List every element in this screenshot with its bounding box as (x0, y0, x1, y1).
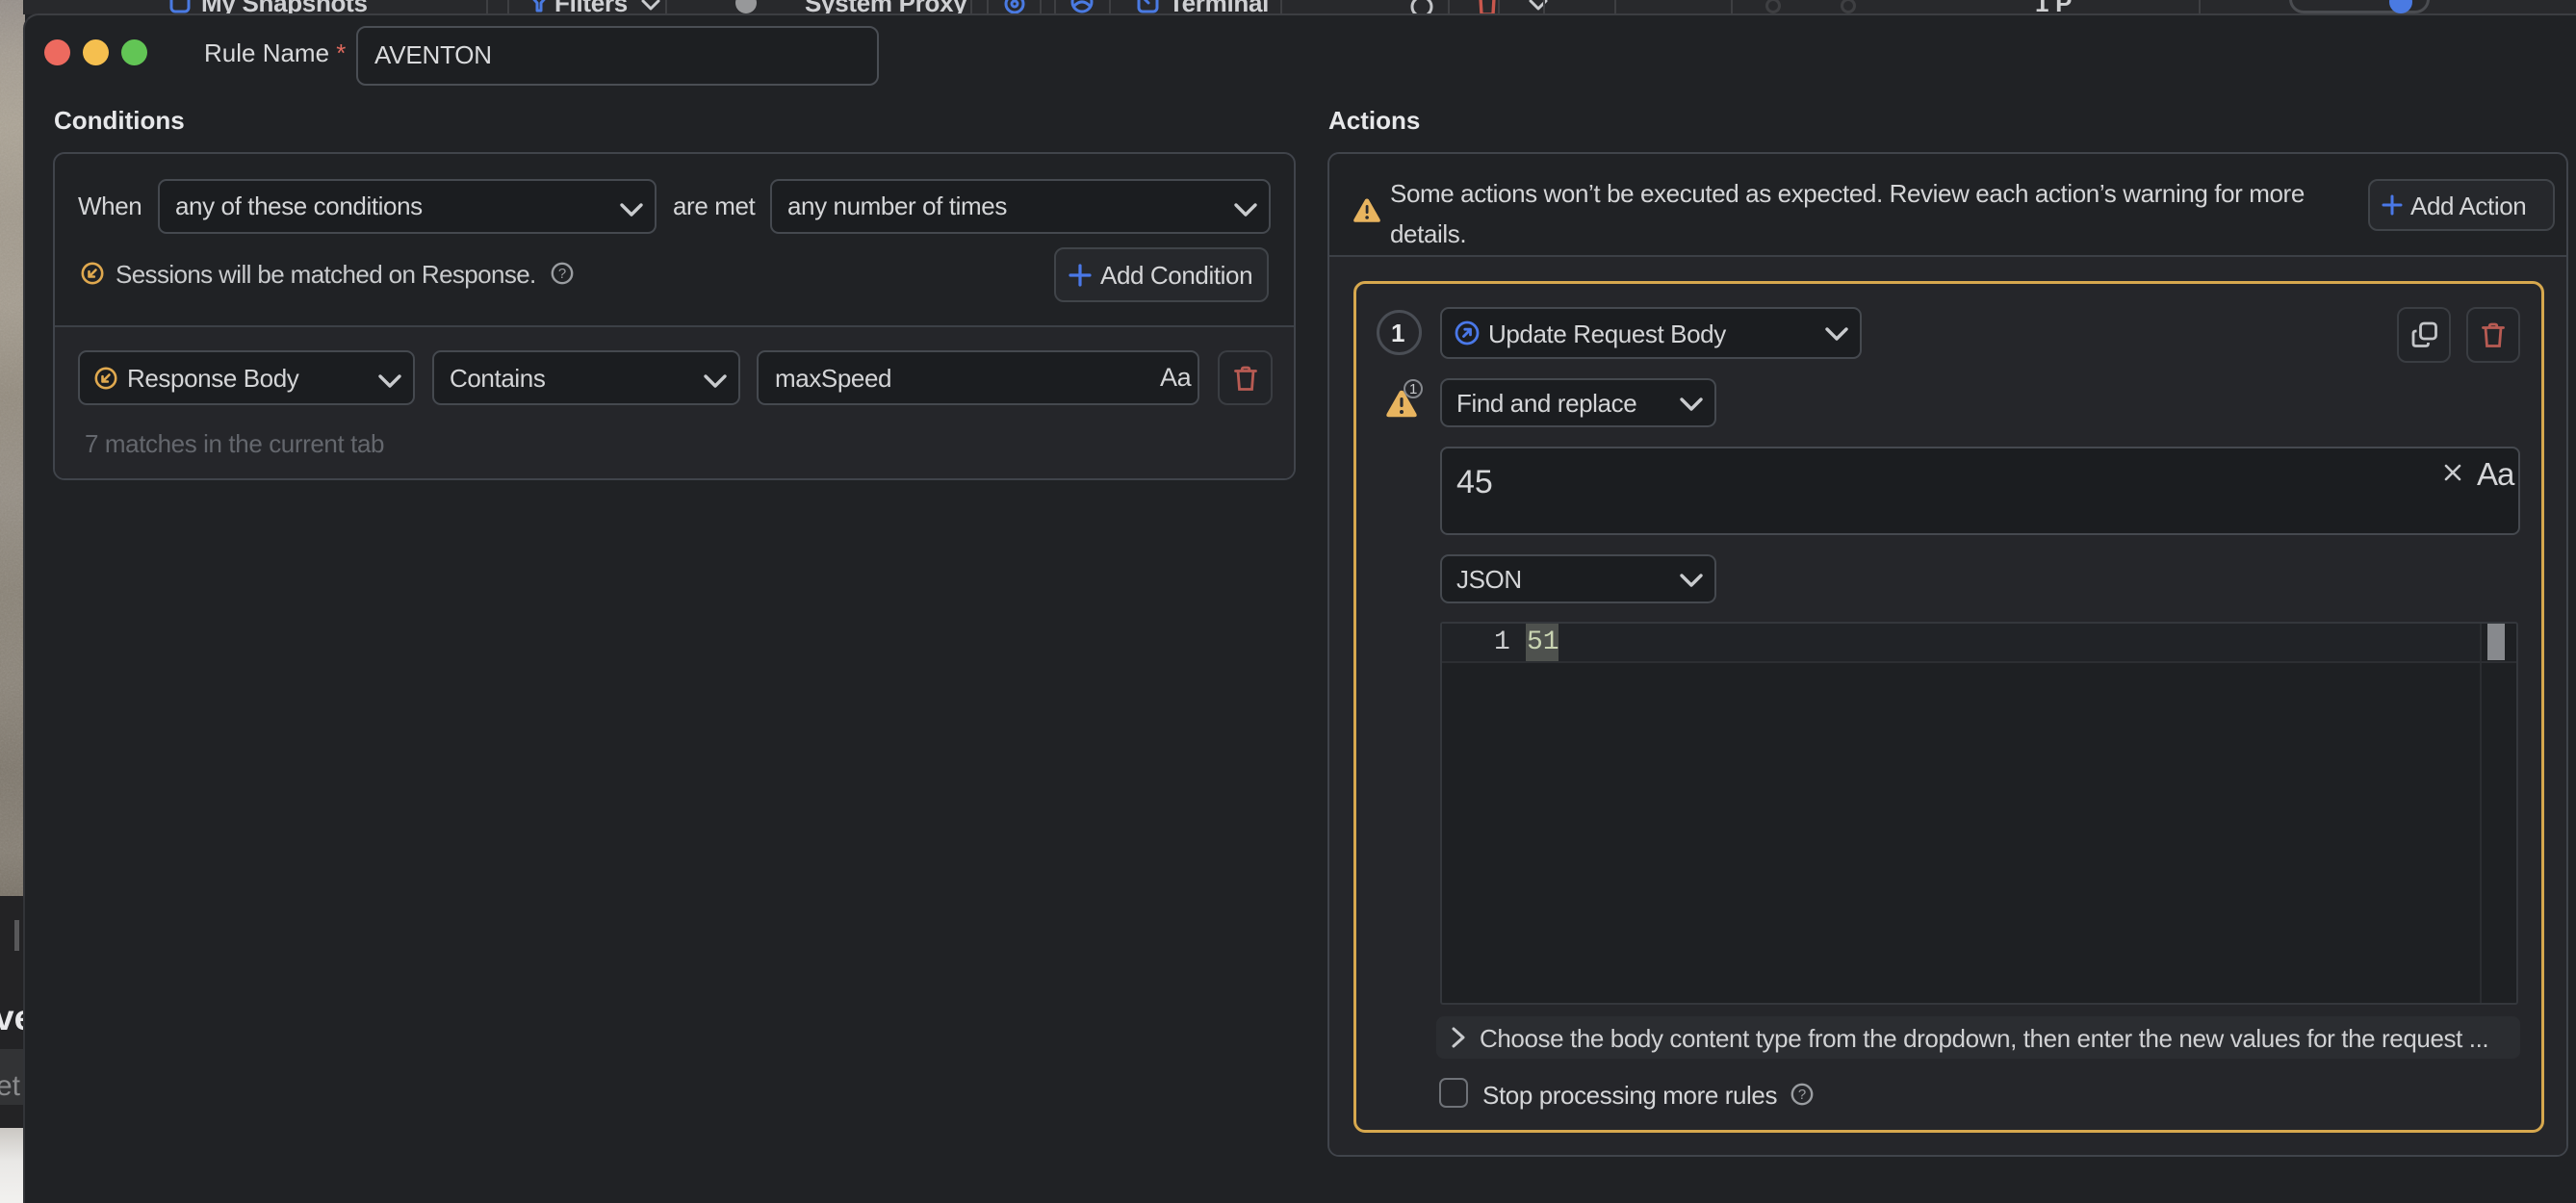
svg-text:?: ? (1798, 1087, 1806, 1103)
svg-text:?: ? (558, 266, 566, 282)
